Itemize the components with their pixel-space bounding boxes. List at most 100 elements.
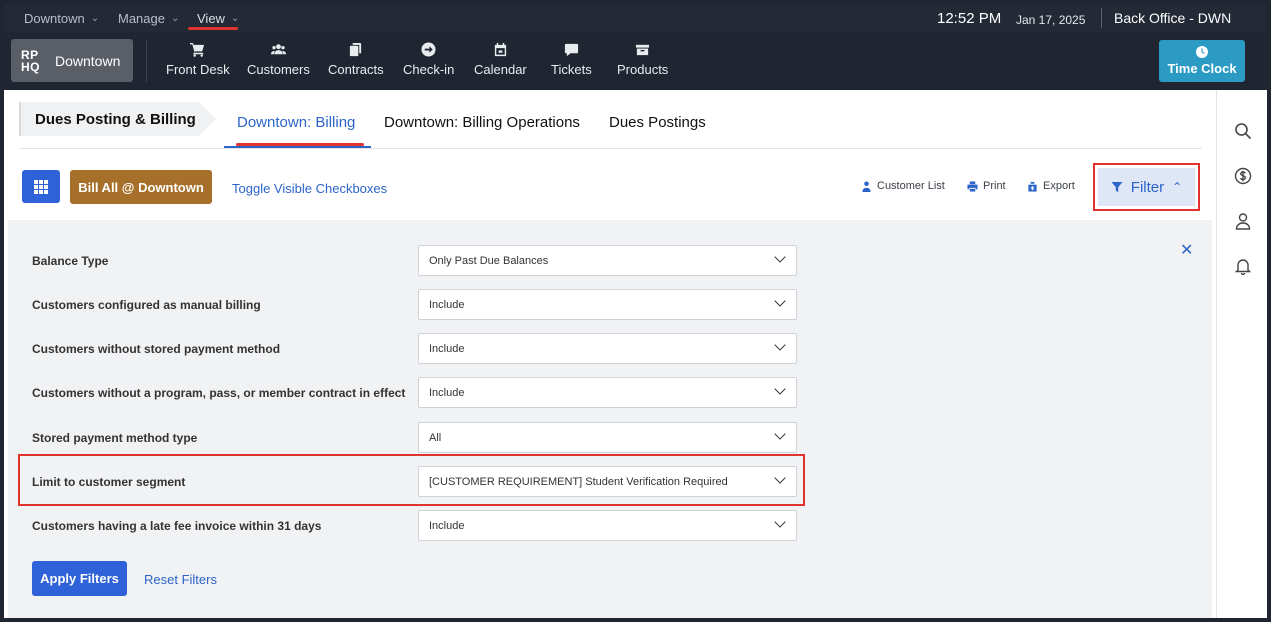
logo-line: HQ bbox=[21, 59, 40, 74]
tab-billing-operations[interactable]: Downtown: Billing Operations bbox=[384, 114, 580, 131]
main-content: Dues Posting & Billing Downtown: Billing… bbox=[4, 90, 1216, 618]
nav-label: Calendar bbox=[474, 62, 527, 77]
chevron-down-icon bbox=[774, 339, 786, 351]
nav-label: Contracts bbox=[328, 62, 384, 77]
print-label: Print bbox=[983, 180, 1006, 192]
filter-label: Balance Type bbox=[32, 254, 109, 268]
right-rail bbox=[1216, 90, 1267, 618]
chevron-down-icon: ⌄ bbox=[170, 13, 180, 24]
breadcrumb-label: Dues Posting & Billing bbox=[35, 111, 196, 128]
select-value: Include bbox=[429, 520, 465, 532]
tabs-border bbox=[19, 148, 1202, 149]
highlight-box bbox=[18, 454, 805, 506]
select-value: Include bbox=[429, 387, 465, 399]
filter-label: Customers configured as manual billing bbox=[32, 298, 261, 312]
user-icon[interactable] bbox=[1234, 212, 1252, 230]
clock-time: 12:52 PM bbox=[937, 10, 1002, 27]
filter-row-balance-type: Balance Type Only Past Due Balances bbox=[8, 245, 808, 277]
clock-icon bbox=[1196, 46, 1208, 58]
filter-label: Filter bbox=[1130, 178, 1165, 196]
office-selector[interactable]: Back Office - DWN bbox=[1114, 10, 1231, 26]
chevron-down-icon: ⌄ bbox=[230, 13, 240, 24]
filter-row-no-payment-method: Customers without stored payment method … bbox=[8, 333, 808, 365]
filter-row-payment-type: Stored payment method type All bbox=[8, 422, 808, 454]
filter-label: Customers without stored payment method bbox=[32, 342, 281, 356]
filter-label: Stored payment method type bbox=[32, 431, 198, 445]
arrow-circle-icon bbox=[421, 42, 436, 57]
highlight-underline bbox=[236, 143, 364, 146]
apply-filters-button[interactable]: Apply Filters bbox=[32, 561, 127, 596]
menu-downtown[interactable]: Downtown ⌄ bbox=[24, 11, 99, 26]
bill-all-button[interactable]: Bill All @ Downtown bbox=[70, 170, 212, 204]
chevron-down-icon bbox=[774, 295, 786, 307]
breadcrumb: Dues Posting & Billing bbox=[19, 102, 216, 136]
users-icon bbox=[270, 44, 286, 55]
print-icon bbox=[967, 180, 978, 192]
nav-label: Customers bbox=[247, 62, 310, 77]
no-contract-select[interactable]: Include bbox=[418, 377, 797, 408]
select-value: Include bbox=[429, 299, 465, 311]
divider bbox=[1101, 8, 1102, 28]
dollar-icon[interactable] bbox=[1234, 167, 1252, 185]
tab-dues-postings[interactable]: Dues Postings bbox=[609, 114, 706, 131]
active-tab-indicator bbox=[224, 146, 371, 148]
select-value: All bbox=[429, 432, 442, 444]
filter-panel: ✕ Balance Type Only Past Due Balances Cu… bbox=[8, 220, 1212, 618]
nav-label: Tickets bbox=[551, 62, 592, 77]
nav-label: Products bbox=[617, 62, 669, 77]
filter-row-no-contract: Customers without a program, pass, or me… bbox=[8, 377, 808, 409]
nav-front-desk[interactable]: Front Desk bbox=[166, 42, 230, 77]
close-icon[interactable]: ✕ bbox=[1180, 240, 1193, 260]
time-clock-button[interactable]: Time Clock bbox=[1159, 40, 1245, 82]
main-nav-bar: RP HQ Downtown Front Desk Customers Cont… bbox=[4, 32, 1267, 90]
toggle-checkboxes-link[interactable]: Toggle Visible Checkboxes bbox=[232, 181, 387, 196]
nav-tickets[interactable]: Tickets bbox=[551, 42, 592, 77]
menu-label: Manage bbox=[118, 11, 165, 26]
calendar-icon bbox=[494, 42, 506, 57]
brand-button[interactable]: RP HQ Downtown bbox=[11, 39, 133, 82]
clock-date: Jan 17, 2025 bbox=[1016, 13, 1086, 27]
payment-type-select[interactable]: All bbox=[418, 422, 797, 453]
grid-view-button[interactable] bbox=[22, 170, 60, 203]
menu-view[interactable]: View ⌄ bbox=[197, 11, 239, 26]
chevron-down-icon bbox=[774, 251, 786, 263]
customer-list-label: Customer List bbox=[877, 180, 945, 192]
logo-line: RP bbox=[21, 47, 39, 62]
nav-contracts[interactable]: Contracts bbox=[328, 42, 384, 77]
customer-list-button[interactable]: Customer List bbox=[861, 180, 945, 192]
search-icon[interactable] bbox=[1234, 122, 1252, 140]
chevron-down-icon bbox=[774, 428, 786, 440]
nav-label: Check-in bbox=[403, 62, 455, 77]
select-value: Only Past Due Balances bbox=[429, 255, 549, 267]
select-value: Include bbox=[429, 343, 465, 355]
app-window: Downtown ⌄ Manage ⌄ View ⌄ 12:52 PM Jan … bbox=[4, 4, 1267, 618]
menu-label: View bbox=[197, 11, 225, 26]
no-payment-method-select[interactable]: Include bbox=[418, 333, 797, 364]
grid-icon bbox=[34, 179, 48, 194]
filter-button-inner: Filter ⌃ bbox=[1098, 168, 1195, 206]
export-icon bbox=[1028, 181, 1037, 192]
chevron-up-icon: ⌃ bbox=[1172, 180, 1183, 194]
nav-calendar[interactable]: Calendar bbox=[474, 42, 527, 77]
bell-icon[interactable] bbox=[1234, 257, 1252, 275]
chevron-down-icon bbox=[774, 516, 786, 528]
rphq-logo: RP HQ bbox=[21, 49, 43, 73]
funnel-icon bbox=[1111, 182, 1123, 192]
nav-customers[interactable]: Customers bbox=[247, 42, 310, 77]
tab-downtown-billing[interactable]: Downtown: Billing bbox=[237, 114, 355, 131]
nav-check-in[interactable]: Check-in bbox=[403, 42, 454, 77]
person-icon bbox=[862, 180, 871, 192]
filter-row-manual-billing: Customers configured as manual billing I… bbox=[8, 289, 808, 321]
menu-manage[interactable]: Manage ⌄ bbox=[118, 11, 179, 26]
filter-button[interactable]: Filter ⌃ bbox=[1093, 163, 1200, 211]
print-button[interactable]: Print bbox=[967, 180, 1006, 192]
filter-label: Customers without a program, pass, or me… bbox=[32, 386, 406, 400]
manual-billing-select[interactable]: Include bbox=[418, 289, 797, 320]
contracts-icon bbox=[350, 42, 362, 57]
nav-products[interactable]: Products bbox=[617, 42, 668, 77]
late-fee-select[interactable]: Include bbox=[418, 510, 797, 541]
balance-type-select[interactable]: Only Past Due Balances bbox=[418, 245, 797, 276]
reset-filters-link[interactable]: Reset Filters bbox=[144, 572, 217, 587]
export-button[interactable]: Export bbox=[1027, 180, 1075, 192]
filter-label: Customers having a late fee invoice with… bbox=[32, 519, 322, 533]
